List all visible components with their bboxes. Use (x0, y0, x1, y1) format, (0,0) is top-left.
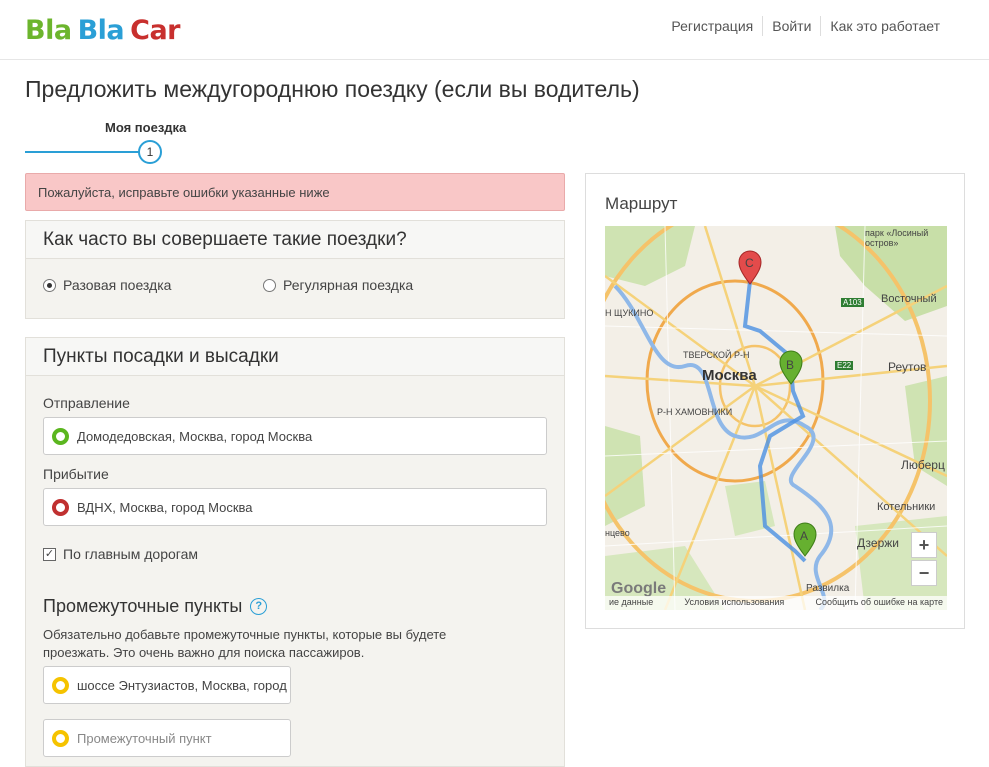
radio-regular-label: Регулярная поездка (283, 277, 414, 293)
intermediate-marker-icon (52, 676, 69, 694)
radio-one-time-label: Разовая поездка (63, 277, 172, 293)
radio-button-checked[interactable] (43, 278, 56, 292)
intermediate-input-1[interactable]: шоссе Энтузиастов, Москва, город Москва (43, 666, 291, 704)
site-header: Bla Bla Car Регистрация Войти Как это рабо… (0, 0, 989, 60)
frequency-title: Как часто вы совершаете такие поездки? (26, 221, 564, 259)
frequency-section: Как часто вы совершаете такие поездки? Р… (25, 220, 565, 319)
login-link[interactable]: Войти (762, 16, 820, 36)
map-label-ntsevo: нцево (605, 528, 630, 538)
route-map[interactable]: C B A Москва ТВЕРСКОЙ Р-Н Р-Н ХАМОВНИКИ … (605, 226, 947, 610)
logo-part-1: Bla (25, 15, 72, 46)
map-data-link[interactable]: ие данные (609, 597, 653, 609)
map-label-moscow: Москва (702, 367, 757, 384)
help-icon[interactable]: ? (250, 598, 268, 615)
radio-one-time[interactable]: Разовая поездка (43, 277, 171, 293)
map-label-khamovniki: Р-Н ХАМОВНИКИ (657, 407, 733, 417)
route-title: Маршрут (605, 194, 678, 213)
intermediate-placeholder: Промежуточный пункт (77, 730, 212, 746)
logo-part-2: Bla (77, 15, 125, 46)
map-label-reutov: Реутов (888, 360, 927, 374)
intermediate-input-2[interactable]: Промежуточный пункт (43, 719, 291, 757)
radio-regular[interactable]: Регулярная поездка (263, 277, 413, 293)
blablacar-logo[interactable]: Bla Bla Car (25, 15, 180, 46)
map-report-link[interactable]: Сообщить об ошибке на карте (816, 597, 943, 609)
map-label-a103: A103 (841, 298, 864, 307)
page-title: Предложить междугороднюю поездку (если в… (25, 76, 640, 102)
map-label-park: парк «Лосиный остров» (865, 228, 929, 248)
main-roads-checkbox-row[interactable]: ✓ По главным дорогам (43, 546, 198, 562)
main-roads-label: По главным дорогам (63, 546, 198, 562)
how-it-works-link[interactable]: Как это работает (820, 16, 949, 36)
intermediate-marker-icon (52, 729, 69, 747)
map-label-shchukino: Н ЩУКИНО (605, 308, 654, 318)
map-canvas (605, 226, 947, 610)
map-label-lyuber: Люберц (901, 458, 945, 472)
map-label-razvilka: Развилка (806, 583, 850, 594)
logo-part-3: Car (130, 15, 180, 46)
intermediate-title-text: Промежуточные пункты (43, 596, 243, 616)
map-terms-link[interactable]: Условия использования (684, 597, 784, 609)
arrival-value: ВДНХ, Москва, город Москва (77, 499, 253, 515)
checkbox-checked-icon[interactable]: ✓ (43, 547, 56, 561)
intermediate-title: Промежуточные пункты ? (43, 596, 268, 617)
register-link[interactable]: Регистрация (662, 16, 762, 36)
route-panel: Маршрут C B A Москва ТВЕРСКОЙ Р-Н Р-Н ХА… (585, 173, 965, 629)
arrival-input[interactable]: ВДНХ, Москва, город Москва (43, 488, 547, 526)
arrival-label: Прибытие (43, 466, 109, 482)
stepper-step-circle: 1 (138, 140, 162, 164)
marker-b-label: B (786, 358, 795, 372)
marker-a-label: A (800, 529, 809, 543)
stepper-progress-line (25, 151, 141, 153)
arrival-marker-icon (52, 498, 69, 516)
map-label-dzerzh: Дзержи (857, 536, 899, 550)
marker-c-label: C (745, 256, 754, 270)
departure-value: Домодедовская, Москва, город Москва (77, 428, 313, 444)
departure-input[interactable]: Домодедовская, Москва, город Москва (43, 417, 547, 455)
radio-button-unchecked[interactable] (263, 278, 276, 292)
intermediate-note: Обязательно добавьте промежуточные пункт… (43, 627, 447, 660)
zoom-in-button[interactable]: + (911, 532, 937, 558)
map-footer: ие данные Условия использования Сообщить… (605, 596, 947, 610)
map-label-vostochny: Восточный (881, 293, 937, 305)
map-label-tverskoy: ТВЕРСКОЙ Р-Н (683, 350, 750, 360)
zoom-out-button[interactable]: − (911, 560, 937, 586)
map-label-kotelniki: Котельники (877, 501, 936, 513)
points-title: Пункты посадки и высадки (26, 338, 564, 376)
points-section: Пункты посадки и высадки Отправление Дом… (25, 337, 565, 767)
intermediate-value: шоссе Энтузиастов, Москва, город Москва (77, 677, 290, 693)
map-label-e22: E22 (835, 361, 854, 370)
header-nav: Регистрация Войти Как это работает (662, 16, 949, 36)
departure-marker-icon (52, 427, 69, 445)
error-banner: Пожалуйста, исправьте ошибки указанные н… (25, 173, 565, 211)
departure-label: Отправление (43, 395, 130, 411)
stepper-label: Моя поездка (105, 120, 187, 135)
